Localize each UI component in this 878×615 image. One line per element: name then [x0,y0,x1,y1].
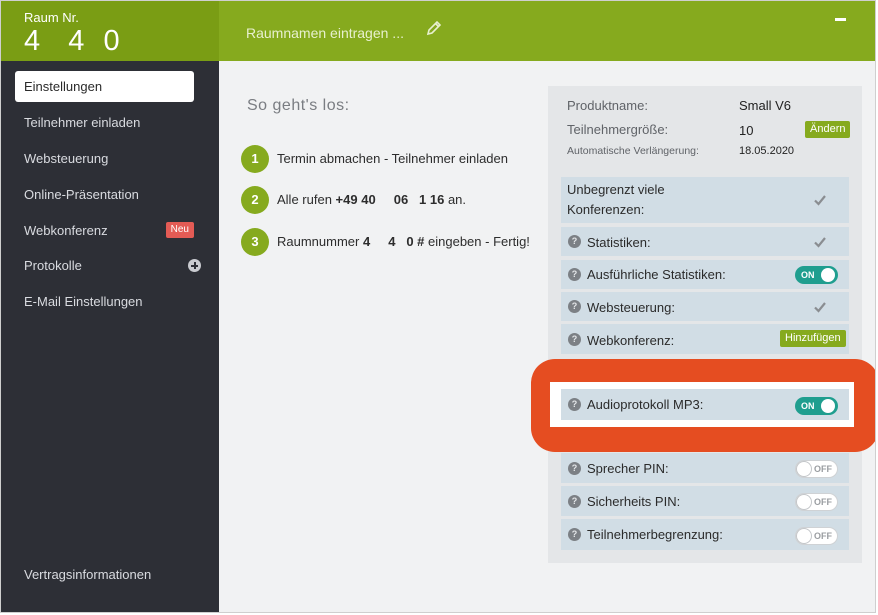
sidebar-item-label: Teilnehmer einladen [24,115,141,130]
howto-title: So geht's los: [247,97,350,114]
participant-size-value: 10 [739,123,754,138]
feature-statistics-row: ? Statistiken: [561,227,849,256]
header: Raum Nr. 4 4 0 Raumnamen eintragen ... [1,1,875,61]
security-pin-toggle[interactable]: OFF [795,493,838,511]
product-panel: Produktname: Small V6 Teilnehmergröße: 1… [548,86,862,563]
feature-detailed-statistics-label: Ausführliche Statistiken: [587,267,726,282]
room-code: 4 4 0 # [362,234,425,249]
help-icon[interactable]: ? [568,268,581,281]
help-icon[interactable]: ? [568,300,581,313]
sidebar-item-websteuerung[interactable]: Websteuerung [15,143,194,174]
help-icon[interactable]: ? [568,462,581,475]
feature-speaker-pin-row: ? Sprecher PIN: OFF [561,453,849,483]
sidebar-item-label: Online-Präsentation [24,187,139,202]
room-number: 4 4 0 [24,25,121,57]
room-label: Raum Nr. [24,10,79,25]
feature-unlimited-row: Unbegrenzt viele Konferenzen: [561,177,849,223]
renewal-label: Automatische Verlängerung: [567,145,699,157]
feature-audio-protocol-row: ? Audioprotokoll MP3: ON [561,389,849,420]
sidebar-item-protokolle[interactable]: Protokolle [15,250,201,281]
feature-websteuerung-label: Websteuerung: [587,300,675,315]
sidebar-item-vertragsinformationen[interactable]: Vertragsinformationen [15,559,194,590]
step-number: 1 [241,145,269,173]
step-text: Termin abmachen - Teilnehmer einladen [277,151,508,166]
feature-security-pin-row: ? Sicherheits PIN: OFF [561,486,849,516]
step-text: Alle rufen +49 40 06 1 16 an. [277,192,467,207]
sidebar-item-label: Einstellungen [24,79,103,94]
sidebar: Einstellungen Teilnehmer einladen Webste… [1,61,219,612]
participant-limit-toggle[interactable]: OFF [795,527,838,545]
feature-participant-limit-label: Teilnehmerbegrenzung: [587,527,723,542]
audio-protocol-toggle[interactable]: ON [795,397,838,415]
app-frame: Raum Nr. 4 4 0 Raumnamen eintragen ... E… [0,0,876,613]
feature-webkonferenz-row: ? Webkonferenz: Hinzufügen [561,324,849,354]
room-number-box: Raum Nr. 4 4 0 [1,1,219,61]
renewal-value: 18.05.2020 [739,145,795,157]
help-icon[interactable]: ? [568,235,581,248]
feature-audio-protocol-label: Audioprotokoll MP3: [587,397,704,412]
room-name-input[interactable]: Raumnamen eintragen ... [246,25,404,41]
feature-speaker-pin-label: Sprecher PIN: [587,461,669,476]
step-number: 3 [241,228,269,256]
feature-websteuerung-row: ? Websteuerung: [561,292,849,321]
speaker-pin-toggle[interactable]: OFF [795,460,838,478]
help-icon[interactable]: ? [568,398,581,411]
sidebar-item-online-praesentation[interactable]: Online-Präsentation [15,179,194,210]
new-badge: Neu [165,222,194,238]
feature-unlimited-label: Unbegrenzt viele Konferenzen: [567,182,665,217]
check-icon [814,237,826,248]
sidebar-item-webkonferenz[interactable]: Webkonferenz Neu [15,215,194,246]
sidebar-item-label: Websteuerung [24,151,109,166]
main-content: So geht's los: 1 Termin abmachen - Teiln… [219,61,875,612]
product-name-label: Produktname: [567,98,648,113]
change-button[interactable]: Ändern [805,121,851,138]
sidebar-item-label: Webkonferenz [24,223,108,238]
dial-number: +49 40 06 1 16 [335,192,445,207]
feature-participant-limit-row: ? Teilnehmerbegrenzung: OFF [561,519,849,550]
add-webkonferenz-button[interactable]: Hinzufügen [780,330,846,347]
feature-security-pin-label: Sicherheits PIN: [587,494,681,509]
sidebar-item-label: Vertragsinformationen [24,567,152,582]
step-number: 2 [241,186,269,214]
sidebar-item-einstellungen[interactable]: Einstellungen [15,71,194,102]
minimize-icon[interactable] [835,18,846,21]
sidebar-item-label: E-Mail Einstellungen [24,294,143,309]
step-text: Raumnummer 4 4 0 # eingeben - Fertig! [277,234,530,249]
pencil-icon[interactable] [425,19,443,37]
detailed-statistics-toggle[interactable]: ON [795,266,838,284]
plus-circle-icon[interactable] [188,259,201,272]
sidebar-item-label: Protokolle [24,258,82,273]
product-name-value: Small V6 [739,98,792,113]
check-icon [814,302,826,313]
help-icon[interactable]: ? [568,495,581,508]
sidebar-item-email-einstellungen[interactable]: E-Mail Einstellungen [15,286,194,317]
feature-detailed-statistics-row: ? Ausführliche Statistiken: ON [561,260,849,289]
sidebar-item-teilnehmer-einladen[interactable]: Teilnehmer einladen [15,107,194,138]
feature-statistics-label: Statistiken: [587,235,651,250]
help-icon[interactable]: ? [568,528,581,541]
help-icon[interactable]: ? [568,333,581,346]
feature-webkonferenz-label: Webkonferenz: [587,333,675,348]
check-icon [814,195,826,206]
participant-size-label: Teilnehmergröße: [567,122,669,137]
